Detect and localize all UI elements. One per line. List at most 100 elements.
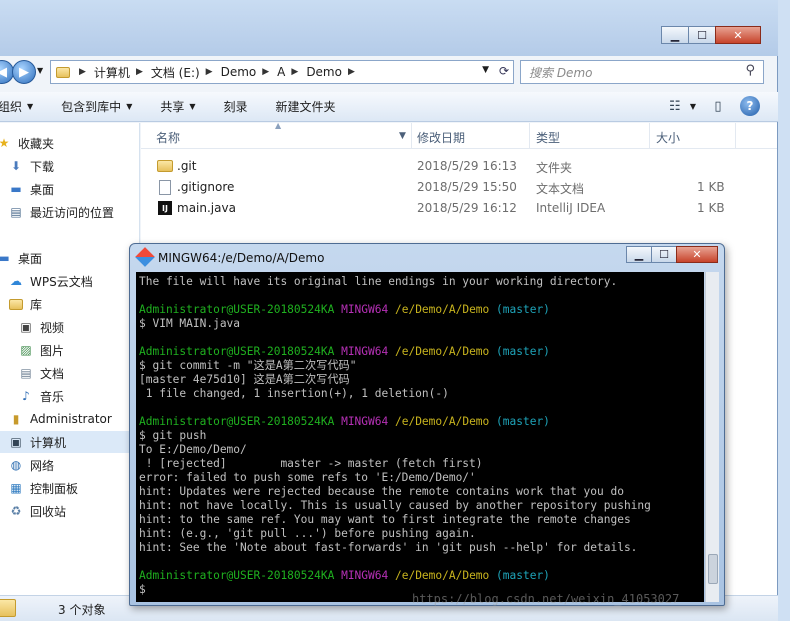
prompt-branch: (master) <box>496 569 550 582</box>
column-name-dropdown-icon[interactable]: ▼ <box>399 131 406 141</box>
desktop-icon: ▬ <box>0 251 10 265</box>
sidebar-item-network[interactable]: ◍ 网络 <box>8 454 54 476</box>
terminal-line: [master 4e75d10] 这是A第二次写代码 <box>139 373 350 386</box>
chevron-right-icon[interactable]: ▶ <box>291 67 298 77</box>
recent-places-icon: ▤ <box>10 205 22 219</box>
terminal-command: $ git push <box>139 429 207 442</box>
sidebar-item-pictures[interactable]: ▨ 图片 <box>18 339 64 361</box>
column-type[interactable]: 类型 <box>536 129 560 146</box>
address-dropdown-icon[interactable]: ▼ <box>482 65 489 75</box>
column-divider[interactable] <box>529 123 530 149</box>
file-name: main.java <box>177 201 236 215</box>
music-icon: ♪ <box>22 389 30 403</box>
dropdown-arrow-icon: ▼ <box>189 102 196 111</box>
column-date-modified[interactable]: 修改日期 <box>417 129 465 146</box>
breadcrumb-demo[interactable]: Demo <box>221 65 257 79</box>
chevron-right-icon[interactable]: ▶ <box>206 67 213 77</box>
terminal-close-button[interactable]: ✕ <box>676 246 718 263</box>
cloud-icon: ☁ <box>10 274 22 288</box>
burn-button[interactable]: 刻录 <box>224 98 248 115</box>
help-icon[interactable]: ? <box>740 96 760 116</box>
organize-menu[interactable]: 组织 ▼ <box>0 98 33 115</box>
network-icon: ◍ <box>10 458 22 472</box>
sidebar-item-music[interactable]: ♪ 音乐 <box>18 385 64 407</box>
sidebar-item-desktop-root[interactable]: ▬ 桌面 <box>0 247 42 269</box>
file-row-git[interactable]: .git 2018/5/29 16:13 文件夹 <box>141 156 777 177</box>
share-label: 共享 <box>160 100 185 114</box>
column-divider[interactable] <box>735 123 736 149</box>
file-row-main-java[interactable]: IJ main.java 2018/5/29 16:12 IntelliJ ID… <box>141 198 777 219</box>
terminal-line: hint: See the 'Note about fast-forwards'… <box>139 541 638 554</box>
column-divider[interactable] <box>649 123 650 149</box>
recent-pages-arrow-icon[interactable]: ▼ <box>37 66 43 75</box>
sidebar-item-administrator[interactable]: ▮ Administrator <box>8 408 112 430</box>
chevron-right-icon[interactable]: ▶ <box>136 67 143 77</box>
scrollbar-thumb[interactable] <box>708 554 718 584</box>
column-name[interactable]: 名称 <box>156 129 180 146</box>
forward-button[interactable]: ▶ <box>12 60 36 84</box>
video-icon: ▣ <box>20 320 32 334</box>
breadcrumb-demo-current[interactable]: Demo <box>306 65 342 79</box>
close-button[interactable]: ✕ <box>715 26 761 44</box>
user-folder-icon: ▮ <box>12 412 20 426</box>
address-bar[interactable]: ▶ 计算机 ▶ 文档 (E:) ▶ Demo ▶ A ▶ Demo ▶ ▼ ⟳ <box>50 60 514 84</box>
terminal-line: hint: Updates were rejected because the … <box>139 485 624 498</box>
search-icon[interactable]: ⚲ <box>745 63 755 78</box>
sidebar-item-computer[interactable]: ▣ 计算机 <box>0 431 139 453</box>
share-menu[interactable]: 共享 ▼ <box>160 98 195 115</box>
breadcrumb-a[interactable]: A <box>277 65 285 79</box>
terminal-maximize-button[interactable]: ☐ <box>651 246 677 263</box>
maximize-button[interactable]: ☐ <box>688 26 716 44</box>
column-divider[interactable] <box>411 123 412 149</box>
terminal-minimize-button[interactable]: ▁ <box>626 246 652 263</box>
toolbar-right-icons: ☷ ▼ ▯ ? <box>653 96 760 116</box>
breadcrumb-computer[interactable]: 计算机 <box>94 64 130 81</box>
sidebar-item-control-panel[interactable]: ▦ 控制面板 <box>8 477 78 499</box>
sidebar-label: Administrator <box>30 412 112 426</box>
explorer-window-controls: ▁ ☐ ✕ <box>661 26 761 44</box>
sidebar-item-favorites[interactable]: ★ 收藏夹 <box>0 132 54 154</box>
file-row-gitignore[interactable]: .gitignore 2018/5/29 15:50 文本文档 1 KB <box>141 177 777 198</box>
column-size[interactable]: 大小 <box>656 129 680 146</box>
command-toolbar: 组织 ▼ 包含到库中 ▼ 共享 ▼ 刻录 新建文件夹 ☷ ▼ ▯ ? <box>0 92 778 122</box>
terminal-scrollbar[interactable] <box>705 272 719 602</box>
include-in-library-menu[interactable]: 包含到库中 ▼ <box>61 98 132 115</box>
prompt-env: MINGW64 <box>341 303 389 316</box>
prompt-branch: (master) <box>496 345 550 358</box>
search-input[interactable]: 搜索 Demo ⚲ <box>520 60 764 84</box>
sidebar-item-desktop[interactable]: ▬ 桌面 <box>8 178 54 200</box>
view-dropdown-icon[interactable]: ▼ <box>690 102 696 111</box>
sidebar-item-documents[interactable]: ▤ 文档 <box>18 362 64 384</box>
sidebar-item-videos[interactable]: ▣ 视频 <box>18 316 64 338</box>
new-folder-label: 新建文件夹 <box>275 100 336 114</box>
prompt-env: MINGW64 <box>341 345 389 358</box>
minimize-button[interactable]: ▁ <box>661 26 689 44</box>
view-options-icon[interactable]: ☷ <box>665 96 685 116</box>
sidebar-item-libraries[interactable]: 库 <box>8 293 42 315</box>
terminal-output[interactable]: The file will have its original line end… <box>136 272 704 602</box>
refresh-icon[interactable]: ⟳ <box>499 64 509 78</box>
breadcrumb-drive-e[interactable]: 文档 (E:) <box>151 64 200 81</box>
terminal-prompt: Administrator@USER-20180524KA MINGW64 /e… <box>139 303 704 317</box>
sidebar-item-downloads[interactable]: ⬇ 下载 <box>8 155 54 177</box>
terminal-line: hint: not have locally. This is usually … <box>139 499 651 512</box>
sidebar-item-wps-cloud[interactable]: ☁ WPS云文档 <box>8 270 93 292</box>
chevron-right-icon[interactable]: ▶ <box>262 67 269 77</box>
new-folder-button[interactable]: 新建文件夹 <box>276 98 336 115</box>
sidebar-item-recycle-bin[interactable]: ♻ 回收站 <box>8 500 66 522</box>
file-type: IntelliJ IDEA <box>536 201 606 215</box>
sidebar-item-recent[interactable]: ▤ 最近访问的位置 <box>8 201 114 223</box>
preview-pane-icon[interactable]: ▯ <box>708 96 728 116</box>
terminal-line: ! [rejected] master -> master (fetch fir… <box>139 457 483 470</box>
chevron-right-icon[interactable]: ▶ <box>79 67 86 77</box>
control-panel-icon: ▦ <box>10 481 22 495</box>
terminal-command: $ VIM MAIN.java <box>139 317 241 330</box>
folder-icon <box>157 158 173 174</box>
sidebar-label: 视频 <box>40 320 65 335</box>
chevron-right-icon[interactable]: ▶ <box>348 67 355 77</box>
terminal-prompt: Administrator@USER-20180524KA MINGW64 /e… <box>139 415 704 429</box>
